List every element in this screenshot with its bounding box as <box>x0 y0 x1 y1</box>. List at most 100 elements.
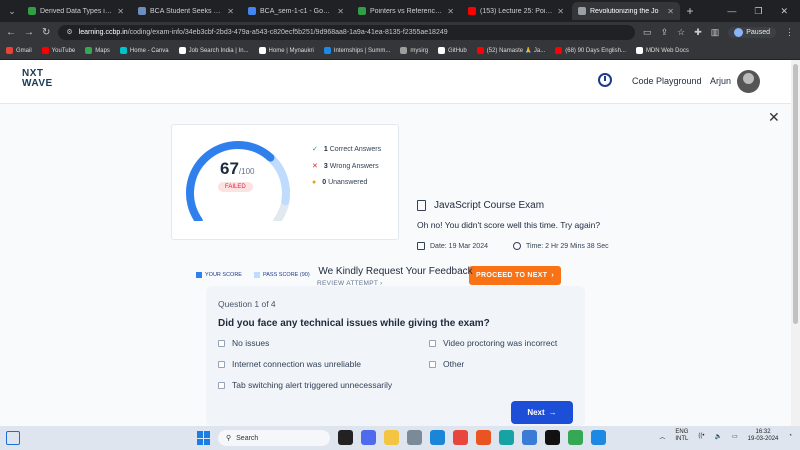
share-icon[interactable]: ⇪ <box>661 27 669 38</box>
ubuntu-icon[interactable] <box>476 430 491 445</box>
tab-title: BCA Student Seeks Help <box>150 7 224 15</box>
next-button[interactable]: Next → <box>511 401 573 424</box>
extensions-icon[interactable]: ✚ <box>694 27 702 38</box>
photos-viewer-icon[interactable] <box>522 430 537 445</box>
close-window-icon[interactable]: ✕ <box>780 6 788 17</box>
notifications-icon[interactable]: ◔ <box>788 433 792 439</box>
address-bar[interactable]: ⚙ learning.ccbp.in/coding/exam-info/34eb… <box>58 24 636 40</box>
minimize-icon[interactable]: — <box>727 6 736 17</box>
browser-tab[interactable]: BCA_sem-1-c1 - Google D ✕ <box>242 2 350 20</box>
browser-tab[interactable]: Pointers vs References in C ✕ <box>352 2 460 20</box>
photos-icon[interactable] <box>430 430 445 445</box>
volume-icon[interactable]: 🔈 <box>715 433 722 440</box>
bookmark-item[interactable]: (68) 90 Days English... <box>555 47 626 54</box>
wifi-icon[interactable]: ((• <box>698 433 704 439</box>
chrome-active-icon[interactable] <box>568 430 583 445</box>
bookmark-item[interactable]: Gmail <box>6 47 32 54</box>
bookmark-label: MDN Web Docs <box>645 47 689 54</box>
option-video-proctoring[interactable]: Video proctoring was incorrect <box>429 338 557 348</box>
bookmark-label: (52) Namaste 🙏 Ja... <box>486 48 546 54</box>
code-playground-link[interactable]: Code Playground <box>632 76 702 86</box>
tab-search-icon[interactable]: ⌄ <box>4 3 20 19</box>
profile-status: Paused <box>746 28 770 36</box>
bookmark-item[interactable]: GitHub <box>438 47 467 54</box>
bookmark-star-icon[interactable]: ☆ <box>677 27 685 38</box>
correct-stat: ✓ 1 Correct Answers <box>312 145 381 154</box>
bookmark-item[interactable]: Internships | Summ... <box>323 47 391 54</box>
bookmark-label: Job Search India | In... <box>188 47 249 54</box>
browser-tab-active[interactable]: Revolutionizing the Jo ✕ <box>572 2 680 20</box>
option-label: Tab switching alert triggered unnecessar… <box>232 380 393 390</box>
next-label: Next <box>527 408 545 417</box>
close-tab-icon[interactable]: ✕ <box>667 7 674 16</box>
tab-favicon <box>468 7 476 15</box>
checkbox[interactable] <box>218 339 225 347</box>
page-scrollbar[interactable] <box>791 60 800 426</box>
bookmark-item[interactable]: YouTube <box>41 47 75 54</box>
close-tab-icon[interactable]: ✕ <box>227 7 234 16</box>
settings-icon[interactable] <box>407 430 422 445</box>
battery-icon[interactable]: ▭ <box>732 433 738 440</box>
language-indicator[interactable]: ENG INTL <box>675 429 688 443</box>
check-icon: ✓ <box>312 146 318 153</box>
checkbox[interactable] <box>429 339 436 347</box>
bookmark-item[interactable]: Job Search India | In... <box>178 47 249 54</box>
option-internet-connection[interactable]: Internet connection was unreliable <box>218 359 361 369</box>
bookmark-item[interactable]: (52) Namaste 🙏 Ja... <box>476 47 546 54</box>
menu-icon[interactable]: ⋮ <box>785 27 794 38</box>
restore-icon[interactable]: ❐ <box>754 6 762 17</box>
avatar[interactable] <box>737 70 760 93</box>
cast-icon[interactable]: ▭ <box>643 27 652 38</box>
tab-favicon <box>578 7 586 15</box>
chrome-icon[interactable] <box>453 430 468 445</box>
bookmark-label: mysirg <box>410 47 429 54</box>
tab-title: Revolutionizing the Jo <box>590 7 659 15</box>
close-tab-icon[interactable]: ✕ <box>117 7 124 16</box>
checkbox[interactable] <box>218 360 225 368</box>
bookmark-item[interactable]: Home - Canva <box>119 47 169 54</box>
edge-icon[interactable] <box>499 430 514 445</box>
reload-icon[interactable]: ↻ <box>42 27 50 38</box>
widgets-icon[interactable] <box>6 431 20 445</box>
sidebar-icon[interactable]: ▥ <box>711 27 720 38</box>
checkbox[interactable] <box>429 360 436 368</box>
site-info-icon[interactable]: ⚙ <box>66 28 72 36</box>
user-name[interactable]: Arjun <box>710 76 731 86</box>
back-icon[interactable]: ← <box>6 27 16 38</box>
profile-button[interactable]: Paused <box>728 26 776 38</box>
stopwatch-icon[interactable] <box>598 73 612 87</box>
new-tab-icon[interactable]: + <box>682 4 698 18</box>
close-tab-icon[interactable]: ✕ <box>337 7 344 16</box>
job-search-icon <box>178 47 186 54</box>
close-tab-icon[interactable]: ✕ <box>447 7 454 16</box>
option-no-issues[interactable]: No issues <box>218 338 269 348</box>
chat-icon[interactable] <box>361 430 376 445</box>
forward-icon[interactable]: → <box>24 27 34 38</box>
bookmark-label: Internships | Summ... <box>333 47 391 54</box>
close-icon[interactable]: ✕ <box>768 109 780 126</box>
bookmark-item[interactable]: MDN Web Docs <box>635 47 689 54</box>
bookmark-item[interactable]: Maps <box>85 47 110 54</box>
windows-start-icon[interactable] <box>197 431 211 445</box>
tray-overflow-icon[interactable]: ︿ <box>659 432 665 441</box>
nxtwave-logo[interactable]: NXT WAVE <box>22 69 62 89</box>
option-label: No issues <box>232 338 270 348</box>
browser-tab-strip: ⌄ Derived Data Types in C++ ✕ BCA Student… <box>0 0 800 22</box>
browser-tab[interactable]: BCA Student Seeks Help ✕ <box>132 2 240 20</box>
vscode-icon[interactable] <box>591 430 606 445</box>
file-explorer-icon[interactable] <box>384 430 399 445</box>
clock[interactable]: 16:32 19-03-2024 <box>748 429 779 443</box>
bookmark-item[interactable]: Home | Mynaukri <box>258 47 314 54</box>
browser-tab[interactable]: Derived Data Types in C++ ✕ <box>22 2 130 20</box>
option-tab-switching[interactable]: Tab switching alert triggered unnecessar… <box>218 380 392 390</box>
media-player-icon[interactable] <box>545 430 560 445</box>
scrollbar-thumb[interactable] <box>793 64 798 324</box>
dot-icon: ● <box>312 179 317 186</box>
option-other[interactable]: Other <box>429 359 464 369</box>
browser-tab[interactable]: (153) Lecture 25: Pointers i ✕ <box>462 2 570 20</box>
close-tab-icon[interactable]: ✕ <box>557 7 564 16</box>
taskbar-search[interactable]: ⚲ Search <box>218 430 330 446</box>
checkbox[interactable] <box>218 381 225 389</box>
task-view-icon[interactable] <box>338 430 353 445</box>
bookmark-item[interactable]: mysirg <box>400 47 428 54</box>
